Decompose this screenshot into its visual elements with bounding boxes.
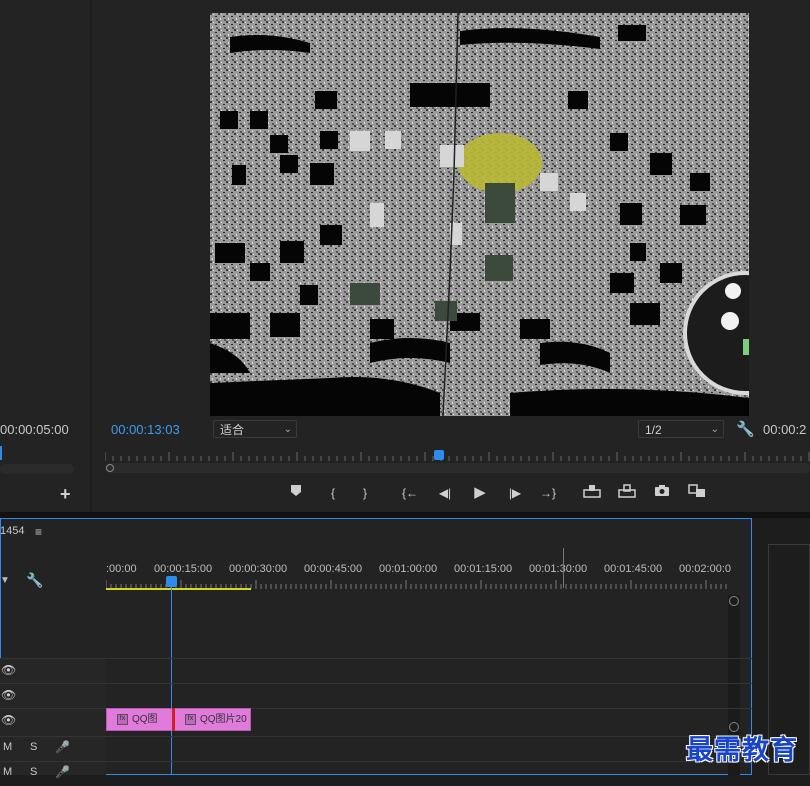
ruler-cursor-line: [563, 548, 564, 588]
track-header: 👁: [0, 684, 105, 708]
audio-track-2[interactable]: M S 🎤: [0, 761, 752, 785]
ruler-tick-label: 00:01:45:00: [604, 563, 663, 575]
program-duration-timecode: 00:00:2: [763, 422, 807, 437]
timeline-time-ruler[interactable]: :00:00 00:00:15:00 00:00:30:00 00:00:45:…: [106, 558, 731, 592]
video-frame-image: [210, 13, 749, 416]
source-timecode[interactable]: 00:00:05:00: [0, 422, 69, 437]
fx-badge-icon: fx: [117, 713, 128, 725]
video-track-3[interactable]: 👁: [0, 658, 752, 682]
ruler-tick-label: 00:00:45:00: [304, 563, 363, 575]
chevron-down-icon: ⌄: [283, 424, 292, 435]
lift-button[interactable]: [582, 484, 602, 502]
marker-icon[interactable]: ▼: [0, 575, 10, 586]
watermark-logo: 最需教育: [686, 735, 798, 766]
go-to-out-button[interactable]: →}: [538, 484, 558, 502]
chevron-down-icon: ⌄: [710, 424, 719, 435]
mark-in-button[interactable]: {: [323, 484, 343, 502]
work-area-bar[interactable]: [106, 588, 251, 590]
go-to-in-button[interactable]: {←: [400, 484, 420, 502]
source-scrollbar[interactable]: [0, 464, 74, 474]
eye-icon[interactable]: 👁: [1, 713, 16, 727]
track-header: M S 🎤: [0, 762, 105, 786]
ruler-tick-label: 00:00:15:00: [154, 563, 213, 575]
clip-label: QQ图片20: [200, 714, 247, 725]
lift-icon: [583, 485, 601, 498]
ruler-tick-label: :00:00: [106, 563, 137, 575]
scrollbar-handle[interactable]: [729, 596, 739, 606]
solo-button[interactable]: S: [30, 741, 37, 753]
ruler-tick-label: 00:01:30:00: [529, 563, 588, 575]
clip-label: QQ图: [132, 714, 158, 725]
mute-button[interactable]: M: [3, 741, 12, 753]
program-current-timecode[interactable]: 00:00:13:03: [111, 422, 180, 437]
fx-badge-icon: fx: [185, 713, 196, 725]
microphone-icon[interactable]: 🎤: [55, 765, 70, 779]
compare-icon: [688, 484, 705, 497]
track-header: 👁: [0, 709, 105, 733]
settings-wrench-icon[interactable]: 🔧: [736, 420, 755, 438]
track-header: M S 🎤: [0, 737, 105, 761]
extract-button[interactable]: [617, 484, 637, 502]
source-playhead[interactable]: [0, 446, 2, 460]
mark-out-button[interactable]: }: [355, 484, 375, 502]
track-header: 👁: [0, 659, 105, 683]
ruler-tick-label: 00:02:00:0: [679, 563, 731, 575]
video-track-2[interactable]: 👁: [0, 683, 752, 707]
program-video-frame: [210, 13, 749, 416]
program-zoom-scrollbar[interactable]: [105, 463, 810, 473]
panel-menu-icon[interactable]: ≡: [35, 525, 42, 539]
video-clip[interactable]: fx QQ图片20: [174, 708, 251, 731]
eye-icon[interactable]: 👁: [1, 688, 16, 702]
resolution-value: 1/2: [645, 423, 662, 437]
program-time-ruler[interactable]: [105, 450, 810, 462]
scrollbar-handle[interactable]: [106, 464, 114, 472]
step-back-button[interactable]: ◀|: [435, 484, 455, 502]
program-playhead[interactable]: [434, 450, 444, 460]
export-frame-button[interactable]: [652, 484, 672, 502]
solo-button[interactable]: S: [30, 766, 37, 778]
sequence-tab-name[interactable]: 1454: [0, 525, 24, 537]
zoom-fit-value: 适合: [220, 423, 245, 437]
ruler-tick-label: 00:00:30:00: [229, 563, 288, 575]
eye-icon[interactable]: 👁: [1, 663, 16, 677]
timeline-settings-wrench-icon[interactable]: 🔧: [26, 572, 43, 589]
microphone-icon[interactable]: 🎤: [55, 740, 70, 754]
step-forward-button[interactable]: |▶: [505, 484, 525, 502]
compare-view-button[interactable]: [687, 484, 707, 502]
add-button[interactable]: +: [60, 484, 71, 505]
camera-icon: [655, 485, 669, 496]
video-clip[interactable]: fx QQ图: [106, 708, 173, 731]
ruler-tick-label: 00:01:00:00: [379, 563, 438, 575]
audio-track-1[interactable]: M S 🎤: [0, 736, 752, 760]
play-button[interactable]: ▶: [470, 484, 490, 502]
mute-button[interactable]: M: [3, 766, 12, 778]
zoom-fit-select[interactable]: 适合 ⌄: [213, 420, 297, 438]
ruler-tick-label: 00:01:15:00: [454, 563, 513, 575]
extract-icon: [618, 484, 636, 498]
playback-resolution-select[interactable]: 1/2 ⌄: [638, 420, 724, 438]
add-marker-button[interactable]: [286, 484, 306, 502]
marker-icon: [291, 485, 301, 496]
edit-point-marker[interactable]: [172, 708, 175, 731]
